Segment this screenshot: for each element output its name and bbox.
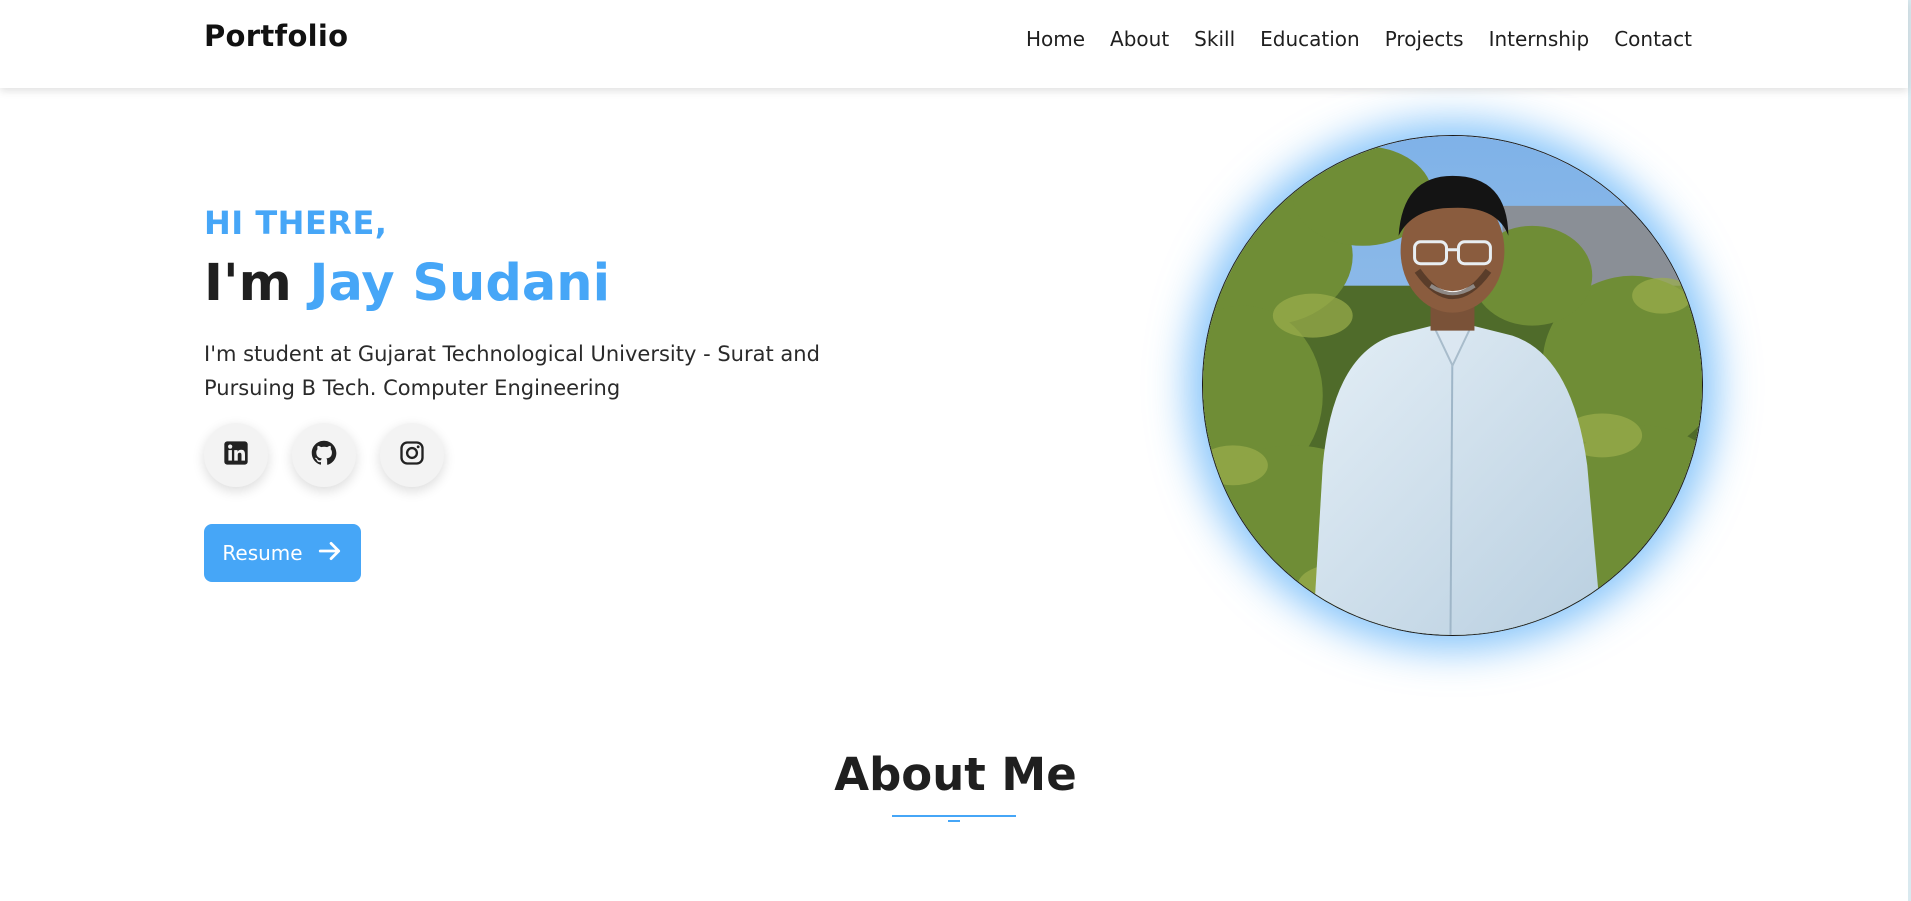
nav-link-projects[interactable]: Projects [1385,27,1464,51]
nav-item-skill: Skill [1194,27,1235,51]
hero-name: Jay Sudani [309,254,611,313]
nav-link-education[interactable]: Education [1260,27,1360,51]
resume-button[interactable]: Resume [204,524,361,582]
instagram-icon [398,439,426,471]
nav-item-home: Home [1026,27,1085,51]
page: Portfolio Home About Skill Education Pro… [0,0,1911,901]
nav-item-contact: Contact [1614,27,1692,51]
nav-link-internship[interactable]: Internship [1489,27,1590,51]
hero-intro: I'm student at Gujarat Technological Uni… [204,342,820,400]
github-icon [310,439,338,471]
resume-button-label: Resume [222,541,303,565]
nav-link-contact[interactable]: Contact [1614,27,1692,51]
nav-link-home[interactable]: Home [1026,27,1085,51]
social-links [204,423,444,487]
nav-item-projects: Projects [1385,27,1464,51]
arrow-right-icon [317,538,343,569]
github-button[interactable] [292,423,356,487]
linkedin-icon [222,439,250,471]
navbar: Portfolio Home About Skill Education Pro… [0,0,1908,88]
nav-menu: Home About Skill Education Projects Inte… [1026,27,1692,51]
linkedin-button[interactable] [204,423,268,487]
about-title: About Me [834,748,1077,801]
hero-greeting: HI THERE, [204,204,388,242]
nav-item-education: Education [1260,27,1360,51]
about-title-underline [892,815,1016,817]
instagram-button[interactable] [380,423,444,487]
brand-logo[interactable]: Portfolio [204,19,348,53]
nav-link-about[interactable]: About [1110,27,1169,51]
nav-item-about: About [1110,27,1169,51]
hero-headline-prefix: I'm [204,254,310,313]
profile-photo [1202,135,1703,636]
about-title-underline-accent [948,820,960,822]
nav-link-skill[interactable]: Skill [1194,27,1235,51]
hero-headline: I'm Jay Sudani [204,254,610,313]
nav-item-internship: Internship [1489,27,1590,51]
